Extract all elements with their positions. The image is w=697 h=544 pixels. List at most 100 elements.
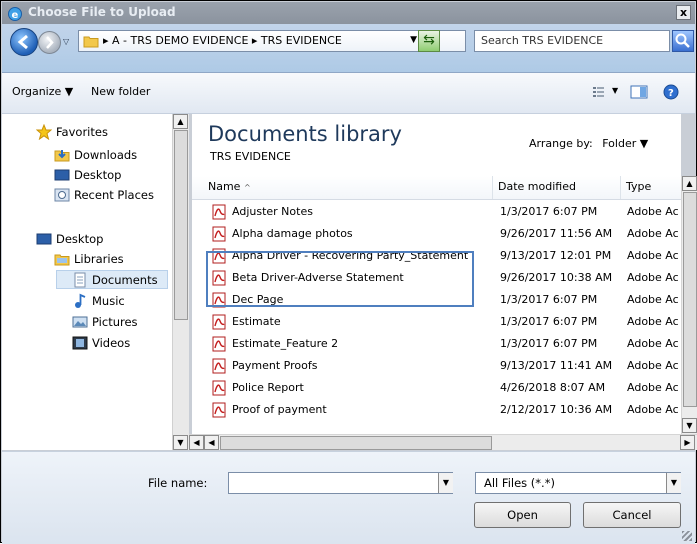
file-scroll-down-button[interactable]: ▼ xyxy=(682,418,697,433)
file-date: 1/3/2017 6:07 PM xyxy=(500,337,598,350)
recent-locations-dropdown[interactable]: ▽ xyxy=(63,37,69,46)
file-row[interactable]: Payment Proofs 9/13/2017 11:41 AM Adobe Ac xyxy=(192,355,681,377)
file-name: Adjuster Notes xyxy=(232,205,313,218)
file-date: 9/26/2017 10:38 AM xyxy=(500,271,613,284)
file-date: 1/3/2017 6:07 PM xyxy=(500,315,598,328)
file-dialog: e Choose File to Upload x ▽ ▸ A - TRS DE… xyxy=(0,0,697,544)
file-row[interactable]: Police Report 4/26/2018 8:07 AM Adobe Ac xyxy=(192,377,681,399)
resize-grip[interactable] xyxy=(682,531,692,541)
libraries-icon xyxy=(54,254,70,266)
search-icon xyxy=(675,33,690,48)
file-type: Adobe Ac xyxy=(627,381,679,394)
library-subtitle: TRS EVIDENCE xyxy=(210,150,291,163)
search-input[interactable]: Search TRS EVIDENCE xyxy=(474,30,670,52)
nav-scroll-up-button[interactable]: ▲ xyxy=(173,114,188,129)
file-type: Adobe Ac xyxy=(627,403,679,416)
file-name: Police Report xyxy=(232,381,304,394)
address-field[interactable]: ▸ A - TRS DEMO EVIDENCE ▸ TRS EVIDENCE ▼ xyxy=(78,30,466,52)
file-row[interactable]: Adjuster Notes 1/3/2017 6:07 PM Adobe Ac xyxy=(192,201,681,223)
column-header-name[interactable]: Name ^ xyxy=(208,180,251,193)
back-arrow-icon xyxy=(17,34,28,50)
library-title: Documents library xyxy=(208,122,402,146)
file-type-dropdown-arrow[interactable]: ▼ xyxy=(666,473,681,493)
pdf-file-icon xyxy=(212,358,226,374)
file-list-vertical-scrollbar[interactable]: ▲ ▼ xyxy=(681,176,697,434)
file-name: Payment Proofs xyxy=(232,359,318,372)
search-button[interactable] xyxy=(672,30,694,52)
file-type: Adobe Ac xyxy=(627,205,679,218)
help-icon[interactable]: ? xyxy=(663,84,679,100)
file-type: Adobe Ac xyxy=(627,271,679,284)
title-bar[interactable]: e Choose File to Upload x xyxy=(2,2,695,24)
horizontal-scrollbar[interactable]: ◀ ◀ ▶ xyxy=(189,434,697,450)
file-type: Adobe Ac xyxy=(627,359,679,372)
file-name: Estimate xyxy=(232,315,281,328)
folder-icon xyxy=(83,36,99,48)
file-date: 4/26/2018 8:07 AM xyxy=(500,381,606,394)
scroll-left-button[interactable]: ◀ xyxy=(189,435,204,450)
file-name: Alpha damage photos xyxy=(232,227,353,240)
file-scroll-up-button[interactable]: ▲ xyxy=(682,176,697,191)
file-row[interactable]: Estimate 1/3/2017 6:07 PM Adobe Ac xyxy=(192,311,681,333)
file-name-input[interactable] xyxy=(228,472,453,494)
dialog-footer: File name: ▼ All Files (*.*) ▼ Open Canc… xyxy=(2,451,695,544)
window-title: Choose File to Upload xyxy=(28,5,176,19)
column-divider[interactable] xyxy=(620,176,621,199)
column-header-date[interactable]: Date modified xyxy=(498,180,576,193)
scroll-left-button-2[interactable]: ◀ xyxy=(204,435,219,450)
file-date: 1/3/2017 6:07 PM xyxy=(500,293,598,306)
column-header-type[interactable]: Type xyxy=(626,180,651,193)
pdf-file-icon xyxy=(212,402,226,418)
preview-pane-icon[interactable] xyxy=(630,84,648,100)
forward-button[interactable] xyxy=(38,31,61,54)
breadcrumb[interactable]: ▸ A - TRS DEMO EVIDENCE ▸ TRS EVIDENCE xyxy=(103,34,342,47)
file-type: Adobe Ac xyxy=(627,337,679,350)
svg-text:?: ? xyxy=(668,88,674,99)
file-row[interactable]: Proof of payment 2/12/2017 10:36 AM Adobe … xyxy=(192,399,681,421)
file-date: 9/13/2017 11:41 AM xyxy=(500,359,613,372)
address-bar-area: ▽ ▸ A - TRS DEMO EVIDENCE ▸ TRS EVIDENCE… xyxy=(2,24,695,73)
refresh-button[interactable]: ⇆ xyxy=(418,30,440,52)
file-date: 2/12/2017 10:36 AM xyxy=(500,403,613,416)
close-button[interactable]: x xyxy=(676,5,691,20)
horizontal-scroll-thumb[interactable] xyxy=(220,436,492,450)
view-options-icon[interactable] xyxy=(591,84,607,100)
address-dropdown-arrow[interactable]: ▼ xyxy=(410,35,417,45)
pdf-file-icon xyxy=(212,336,226,352)
arrange-by[interactable]: Arrange by: Folder ▼ xyxy=(529,137,648,150)
arrange-by-label: Arrange by: xyxy=(529,137,593,150)
pdf-file-icon xyxy=(212,204,226,220)
pdf-file-icon xyxy=(212,226,226,242)
cancel-button[interactable]: Cancel xyxy=(583,502,681,528)
svg-text:e: e xyxy=(12,10,19,21)
pictures-icon xyxy=(72,316,88,328)
organize-menu[interactable]: Organize ▼ xyxy=(12,85,73,98)
documents-icon xyxy=(74,272,86,288)
file-name: Estimate_Feature 2 xyxy=(232,337,339,350)
file-name-dropdown-arrow[interactable]: ▼ xyxy=(438,473,453,493)
file-type: Adobe Ac xyxy=(627,293,679,306)
view-dropdown-arrow[interactable]: ▼ xyxy=(612,86,618,95)
file-type-select[interactable]: All Files (*.*) xyxy=(475,472,681,494)
navigation-pane: Favorites Downloads Desktop Recent Place… xyxy=(2,114,172,450)
desktop-icon xyxy=(36,233,52,245)
nav-pane-scrollbar[interactable]: ▲ ▼ xyxy=(172,114,189,450)
sort-ascending-icon: ^ xyxy=(243,183,251,192)
nav-scroll-down-button[interactable]: ▼ xyxy=(173,435,188,450)
arrange-by-value[interactable]: Folder ▼ xyxy=(602,137,648,150)
back-button[interactable] xyxy=(10,28,38,56)
selection-annotation-box xyxy=(206,251,474,307)
new-folder-button[interactable]: New folder xyxy=(91,85,150,98)
file-date: 1/3/2017 6:07 PM xyxy=(500,205,598,218)
file-row[interactable]: Estimate_Feature 2 1/3/2017 6:07 PM Adobe … xyxy=(192,333,681,355)
scroll-right-button[interactable]: ▶ xyxy=(680,435,695,450)
file-name-label: File name: xyxy=(148,476,208,490)
recent-places-icon xyxy=(54,188,70,202)
file-scroll-thumb[interactable] xyxy=(683,192,697,407)
column-divider[interactable] xyxy=(492,176,493,199)
nav-scroll-thumb[interactable] xyxy=(174,130,188,320)
videos-icon xyxy=(72,336,88,350)
open-button[interactable]: Open xyxy=(474,502,571,528)
file-row[interactable]: Alpha damage photos 9/26/2017 11:56 AM Ado… xyxy=(192,223,681,245)
downloads-folder-icon xyxy=(54,150,70,162)
